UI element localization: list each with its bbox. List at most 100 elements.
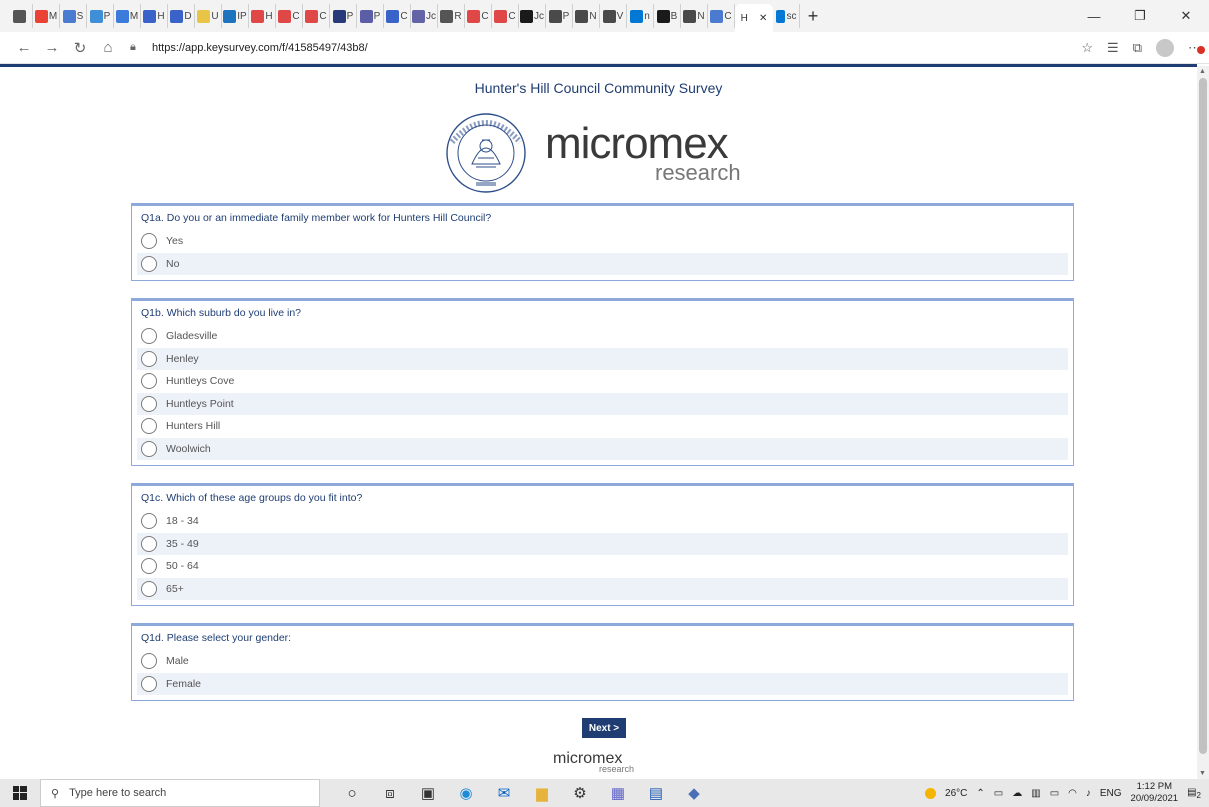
network-icon[interactable]: ▥: [1031, 788, 1040, 799]
browser-tab[interactable]: H: [249, 4, 276, 28]
radio-button[interactable]: [141, 373, 157, 390]
answer-option[interactable]: Huntleys Cove: [137, 370, 1068, 393]
browser-tab[interactable]: M: [114, 4, 141, 28]
chevron-up-icon[interactable]: ⌃: [976, 788, 984, 799]
close-window-icon[interactable]: ✕: [1163, 0, 1209, 32]
browser-tab[interactable]: R: [438, 4, 465, 28]
battery-icon[interactable]: ▭: [1050, 788, 1059, 799]
browser-tab[interactable]: N: [573, 4, 600, 28]
radio-button[interactable]: [141, 233, 157, 250]
onedrive-icon[interactable]: ☁: [1012, 788, 1022, 799]
browser-tab[interactable]: P: [546, 4, 573, 28]
pinned-app-icon[interactable]: ◆: [684, 784, 704, 802]
page-scrollbar[interactable]: ▲ ▼: [1197, 66, 1209, 779]
radio-button[interactable]: [141, 418, 157, 435]
answer-option[interactable]: Female: [137, 672, 1068, 695]
browser-tab[interactable]: IP: [222, 4, 249, 28]
browser-tab[interactable]: P: [330, 4, 357, 28]
radio-button[interactable]: [141, 675, 157, 692]
favorites-icon[interactable]: ☰: [1107, 40, 1119, 56]
browser-tab[interactable]: [6, 4, 33, 28]
browser-tab[interactable]: U: [195, 4, 222, 28]
browser-tab[interactable]: C: [465, 4, 492, 28]
clock[interactable]: 1:12 PM 20/09/2021: [1131, 781, 1179, 805]
radio-button[interactable]: [141, 653, 157, 670]
mail-icon[interactable]: ✉: [494, 784, 514, 802]
browser-tab[interactable]: C: [303, 4, 330, 28]
answer-option[interactable]: Hunters Hill: [137, 415, 1068, 438]
answer-option[interactable]: Gladesville: [137, 325, 1068, 348]
browser-tab[interactable]: n: [627, 4, 654, 28]
scroll-down-icon[interactable]: ▼: [1199, 770, 1206, 777]
answer-option[interactable]: Woolwich: [137, 437, 1068, 460]
home-icon[interactable]: ⌂: [94, 34, 122, 62]
refresh-icon[interactable]: ↻: [66, 34, 94, 62]
more-icon[interactable]: ⋯: [1188, 40, 1205, 56]
profile-avatar[interactable]: [1156, 39, 1174, 57]
radio-button[interactable]: [141, 350, 157, 367]
forward-icon[interactable]: →: [38, 34, 66, 62]
browser-tab[interactable]: C: [276, 4, 303, 28]
file-explorer-icon[interactable]: ▆: [532, 784, 552, 802]
minimize-icon[interactable]: —: [1071, 0, 1117, 32]
weather-temp[interactable]: 26°C: [945, 788, 967, 799]
scroll-up-icon[interactable]: ▲: [1199, 68, 1206, 75]
collections-icon[interactable]: ⧉: [1133, 40, 1142, 56]
start-button[interactable]: [0, 786, 40, 800]
new-tab-button[interactable]: +: [800, 6, 826, 27]
radio-button[interactable]: [141, 255, 157, 272]
browser-tab[interactable]: P: [87, 4, 114, 28]
meet-icon[interactable]: ▭: [994, 788, 1003, 799]
answer-option[interactable]: 35 - 49: [137, 532, 1068, 555]
close-tab-icon[interactable]: ✕: [759, 13, 767, 24]
active-tab[interactable]: H ✕: [735, 4, 773, 32]
answer-option[interactable]: Yes: [137, 230, 1068, 253]
add-favorite-icon[interactable]: ☆: [1081, 40, 1093, 56]
radio-button[interactable]: [141, 328, 157, 345]
answer-option[interactable]: Henley: [137, 347, 1068, 370]
browser-tab[interactable]: D: [168, 4, 195, 28]
browser-tab[interactable]: N: [681, 4, 708, 28]
answer-option[interactable]: 18 - 34: [137, 510, 1068, 533]
back-icon[interactable]: ←: [10, 34, 38, 62]
browser-tab[interactable]: C: [492, 4, 519, 28]
word-icon[interactable]: ▤: [646, 784, 666, 802]
answer-option[interactable]: No: [137, 252, 1068, 275]
wifi-icon[interactable]: ◠: [1068, 788, 1077, 799]
browser-tab[interactable]: Jc: [411, 4, 438, 28]
radio-button[interactable]: [141, 580, 157, 597]
answer-option[interactable]: 50 - 64: [137, 555, 1068, 578]
next-button[interactable]: Next >: [582, 718, 626, 738]
edge-icon[interactable]: ◉: [456, 784, 476, 802]
volume-icon[interactable]: ♪: [1086, 788, 1091, 799]
browser-tab[interactable]: P: [357, 4, 384, 28]
browser-tab[interactable]: M: [33, 4, 60, 28]
radio-button[interactable]: [141, 535, 157, 552]
cortana-icon[interactable]: ○: [342, 785, 362, 802]
browser-tab[interactable]: B: [654, 4, 681, 28]
tab-extra[interactable]: sc: [773, 4, 800, 28]
taskbar-search[interactable]: ⚲ Type here to search: [40, 779, 320, 807]
url-field[interactable]: 🔒︎ https://app.keysurvey.com/f/41585497/…: [130, 35, 990, 61]
notification-center-icon[interactable]: ▤2: [1187, 787, 1201, 800]
restore-icon[interactable]: ❐: [1117, 0, 1163, 32]
answer-option[interactable]: Huntleys Point: [137, 392, 1068, 415]
answer-option[interactable]: 65+: [137, 577, 1068, 600]
radio-button[interactable]: [141, 395, 157, 412]
browser-tab[interactable]: C: [708, 4, 735, 28]
language-indicator[interactable]: ENG: [1100, 788, 1122, 799]
browser-tab[interactable]: H: [141, 4, 168, 28]
scrollbar-thumb[interactable]: [1199, 78, 1207, 754]
radio-button[interactable]: [141, 513, 157, 530]
browser-tab[interactable]: C: [384, 4, 411, 28]
answer-option[interactable]: Male: [137, 650, 1068, 673]
browser-tab[interactable]: S: [60, 4, 87, 28]
settings-icon[interactable]: ⚙: [570, 784, 590, 802]
store-icon[interactable]: ▣: [418, 784, 438, 802]
teams-icon[interactable]: ▦: [608, 784, 628, 802]
browser-tab[interactable]: Jc: [519, 4, 546, 28]
radio-button[interactable]: [141, 440, 157, 457]
radio-button[interactable]: [141, 558, 157, 575]
task-view-icon[interactable]: ⧈: [380, 785, 400, 802]
browser-tab[interactable]: V: [600, 4, 627, 28]
